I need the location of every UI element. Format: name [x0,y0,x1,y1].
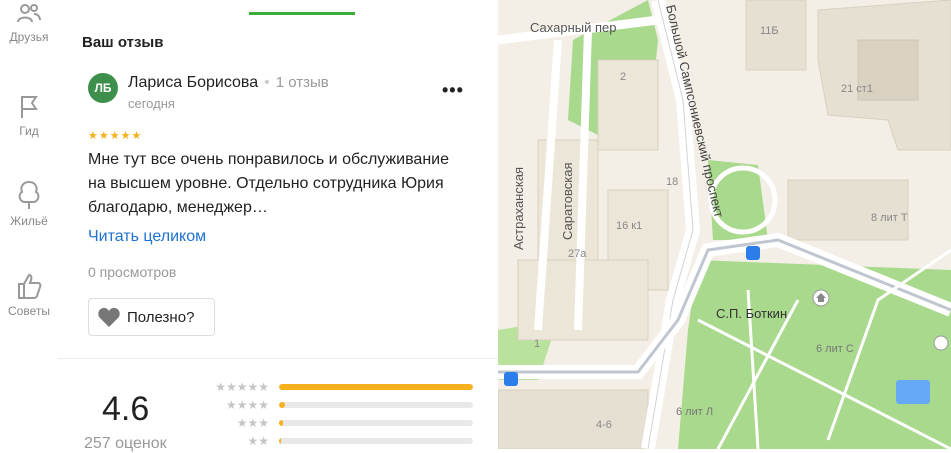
building [597,59,659,151]
map-label-botkin[interactable]: С.П. Боткин [716,306,787,321]
map-label-astrakhanskaya: Астраханская [511,167,526,250]
map[interactable]: Сахарный пер Большой Сампсониевский прос… [498,0,951,449]
distribution-bar [279,402,473,408]
sidebar-item-label: Гид [19,124,39,138]
thumb-up-icon [18,273,42,299]
map-label-saratovskaya: Саратовская [560,163,575,240]
review-stars: ★★★★★ [88,130,143,142]
rating-distribution-row: ★★★ [194,416,479,430]
tram-stop-icon[interactable] [746,246,760,260]
distribution-stars: ★★★★ [225,398,269,412]
map-label-building: 21 ст1 [841,83,873,95]
map-label-building: 18 [666,176,678,188]
building [498,389,649,449]
distribution-bar [279,420,473,426]
sidebar-item-guide[interactable]: Гид [0,94,58,138]
separator-dot: • [264,74,270,91]
distribution-stars: ★★★ [236,416,269,430]
active-tab-indicator [249,12,355,15]
views-count: 0 просмотров [88,264,177,280]
water-pond [896,380,930,404]
sidebar-item-label: Советы [8,304,50,318]
distribution-bar [279,438,473,444]
map-label-building: 4-6 [596,419,612,431]
more-options-icon[interactable]: ••• [442,80,464,101]
map-label-building: 11Б [760,25,779,37]
helpful-label: Полезно? [127,308,195,326]
distribution-fill [279,384,473,390]
avatar[interactable]: ЛБ [88,73,118,103]
ratings-count: 257 оценок [84,435,167,452]
distribution-fill [279,402,285,408]
sidebar-item-friends[interactable]: Друзья [0,2,58,44]
distribution-fill [279,420,283,426]
map-label-sakharny: Сахарный пер [530,20,616,35]
map-label-building: 16 к1 [616,220,642,232]
author-review-count: 1 отзыв [275,74,329,91]
distribution-stars: ★★ [247,434,269,448]
sidebar-item-label: Друзья [9,30,49,44]
author-name[interactable]: Лариса Борисова [128,74,258,91]
map-label-building: 27а [568,248,587,260]
rating-distribution-row: ★★ [194,434,479,448]
poi-marker-icon[interactable] [933,335,949,351]
rating-distribution-row: ★★★★ [194,398,479,412]
section-title: Ваш отзыв [82,34,164,51]
friends-icon [17,4,41,23]
map-label-building: 1 [534,338,540,350]
flag-icon [21,96,38,118]
rating-distribution-row: ★★★★★ [194,380,479,394]
review-author: Лариса Борисова • 1 отзыв [128,74,329,92]
building [787,179,909,241]
read-more-link[interactable]: Читать целиком [88,228,206,246]
average-rating: 4.6 [102,390,150,428]
heart-icon [98,307,120,327]
sidebar-item-housing[interactable]: Жильё [0,180,58,228]
map-label-building: 8 лит Т [871,212,908,224]
sidebar-item-label: Жильё [10,214,48,228]
review-panel: Ваш отзыв ЛБ Лариса Борисова • 1 отзыв сег… [58,0,498,452]
map-canvas[interactable]: Сахарный пер Большой Сампсониевский прос… [498,0,951,449]
map-label-building: 6 лит С [816,343,854,355]
housing-icon [18,180,40,209]
distribution-bar [279,384,473,390]
review-date: сегодня [128,96,175,111]
sidebar-item-tips[interactable]: Советы [0,272,58,318]
map-label-building: 2 [620,71,626,83]
map-label-building: 6 лит Л [676,406,713,418]
review-text: Мне тут все очень понравилось и обслужив… [88,151,449,216]
tram-stop-icon[interactable] [504,372,518,386]
divider [58,358,498,359]
left-sidebar: Друзья Гид Жильё Советы [0,0,59,449]
distribution-stars: ★★★★★ [215,380,269,394]
distribution-fill [279,438,281,444]
helpful-button[interactable]: Полезно? [88,298,215,336]
